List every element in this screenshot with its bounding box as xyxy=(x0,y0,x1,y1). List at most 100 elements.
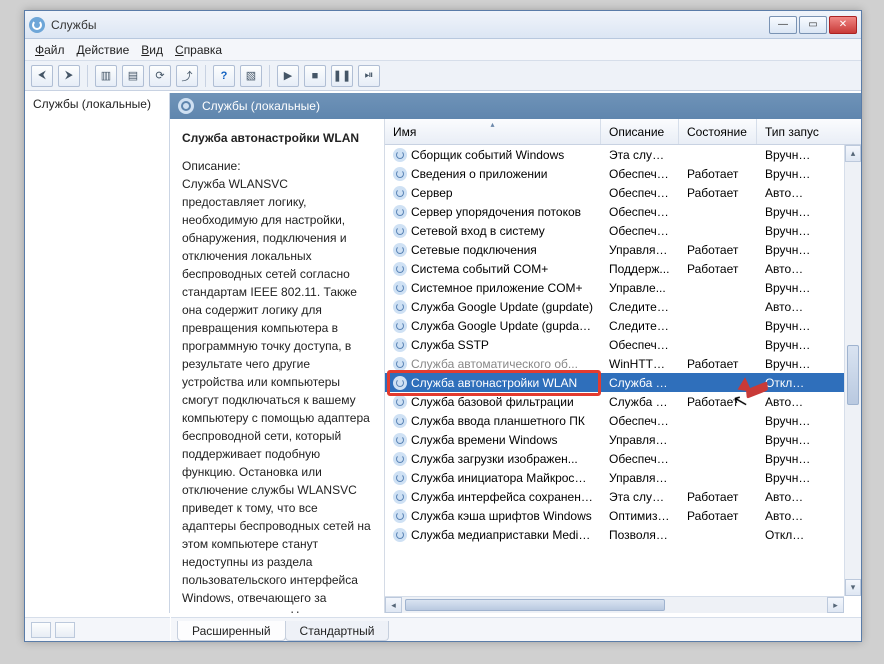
help-button[interactable]: ? xyxy=(213,65,235,87)
start-service-button[interactable]: ▶ xyxy=(277,65,299,87)
service-icon xyxy=(393,528,407,542)
service-state: Работает xyxy=(679,490,757,504)
service-startup: Вручную xyxy=(757,281,819,295)
tab-extended[interactable]: Расширенный xyxy=(177,621,286,641)
service-row[interactable]: Сервер упорядочения потоковОбеспечи...Вр… xyxy=(385,202,861,221)
service-startup: Автомати xyxy=(757,509,819,523)
toolbar: ⮜ ⮞ ▥ ▤ ⟳ ⤴ ? ▧ ▶ ■ ❚❚ ⏯ xyxy=(25,61,861,91)
scroll-down-button[interactable]: ▾ xyxy=(845,579,861,596)
menu-action[interactable]: Действие xyxy=(77,43,130,57)
service-icon xyxy=(393,414,407,428)
service-state: Работает xyxy=(679,357,757,371)
service-row[interactable]: Служба кэша шрифтов WindowsОптимизи...Ра… xyxy=(385,506,861,525)
service-row[interactable]: Служба Google Update (gupdatem)Следите з… xyxy=(385,316,861,335)
show-hide-tree-button[interactable]: ▥ xyxy=(95,65,117,87)
service-desc: WinHTTP ... xyxy=(601,357,679,371)
service-row[interactable]: Служба медиапристaвки Media C...Позволяе… xyxy=(385,525,861,544)
service-row[interactable]: СерверОбеспечи...РаботаетАвтомати xyxy=(385,183,861,202)
menu-view[interactable]: Вид xyxy=(141,43,163,57)
service-state: Работает xyxy=(679,262,757,276)
service-startup: Вручную xyxy=(757,319,819,333)
service-row[interactable]: Служба базовой фильтрации Служба ба...Раб… xyxy=(385,392,861,411)
service-startup: Вручную xyxy=(757,148,819,162)
col-header-startup[interactable]: Тип запус xyxy=(757,119,819,144)
service-row[interactable]: Служба ввода планшетного ПКОбеспечи...Вр… xyxy=(385,411,861,430)
service-name: Система событий COM+ xyxy=(411,262,548,276)
window-title: Службы xyxy=(51,18,769,32)
col-header-desc[interactable]: Описание xyxy=(601,119,679,144)
service-row[interactable]: Служба времени WindowsУправляе...Вручную xyxy=(385,430,861,449)
service-row[interactable]: Сетевой вход в системуОбеспечи...Вручную xyxy=(385,221,861,240)
minimize-button[interactable]: — xyxy=(769,16,797,34)
service-icon xyxy=(393,490,407,504)
tab-standard[interactable]: Стандартный xyxy=(285,621,390,641)
maximize-button[interactable]: ▭ xyxy=(799,16,827,34)
service-row[interactable]: Служба автоматического об... WinHTTP ...Р… xyxy=(385,354,861,373)
service-row[interactable]: Служба загрузки изображен...Обеспечи...В… xyxy=(385,449,861,468)
service-icon xyxy=(393,433,407,447)
service-startup: Вручную xyxy=(757,338,819,352)
service-row[interactable]: Сведения о приложенииОбеспечи...Работает… xyxy=(385,164,861,183)
col-header-name[interactable]: Имя▴ xyxy=(385,119,601,144)
service-row[interactable]: Служба инициатора Майкрософ...Управляе..… xyxy=(385,468,861,487)
service-name: Сервер xyxy=(411,186,453,200)
view-tabs: Расширенный Стандартный xyxy=(171,617,861,641)
service-startup: Автомати xyxy=(757,300,819,314)
properties-button[interactable]: ▤ xyxy=(122,65,144,87)
nav-forward-button[interactable]: ⮞ xyxy=(58,65,80,87)
service-desc: Следите за... xyxy=(601,300,679,314)
service-name: Служба автоматического об... xyxy=(411,357,578,371)
menu-help[interactable]: Справка xyxy=(175,43,222,57)
service-row[interactable]: Служба Google Update (gupdate) Следите за… xyxy=(385,297,861,316)
service-row[interactable]: Сборщик событий WindowsЭта служб...Вручн… xyxy=(385,145,861,164)
close-button[interactable]: ✕ xyxy=(829,16,857,34)
nav-back-button[interactable]: ⮜ xyxy=(31,65,53,87)
service-startup: Вручную xyxy=(757,433,819,447)
service-state: Работает xyxy=(679,243,757,257)
gear-icon xyxy=(178,98,194,114)
service-name: Сборщик событий Windows xyxy=(411,148,564,162)
service-desc: Обеспечи... xyxy=(601,338,679,352)
service-name: Сведения о приложении xyxy=(411,167,547,181)
service-row[interactable]: Системное приложение COM+Управле...Вручн… xyxy=(385,278,861,297)
service-row[interactable]: Система событий COM+Поддерж...РаботаетАв… xyxy=(385,259,861,278)
service-icon xyxy=(393,243,407,257)
scroll-thumb[interactable] xyxy=(847,345,859,405)
service-name: Служба времени Windows xyxy=(411,433,558,447)
stop-service-button[interactable]: ■ xyxy=(304,65,326,87)
pause-service-button[interactable]: ❚❚ xyxy=(331,65,353,87)
service-icon xyxy=(393,224,407,238)
col-header-state[interactable]: Состояние xyxy=(679,119,757,144)
horizontal-scrollbar[interactable]: ◂ ▸ xyxy=(385,596,844,613)
app-icon xyxy=(29,17,45,33)
service-row[interactable]: Служба SSTPОбеспечи...Вручную xyxy=(385,335,861,354)
service-startup: Автомати xyxy=(757,262,819,276)
tree-node-services-local[interactable]: Службы (локальные) xyxy=(25,93,169,115)
service-state: Работает xyxy=(679,395,757,409)
export-list-button[interactable]: ⤴ xyxy=(176,65,198,87)
service-desc: Обеспечи... xyxy=(601,167,679,181)
service-desc: Обеспечи... xyxy=(601,414,679,428)
scroll-right-button[interactable]: ▸ xyxy=(827,597,844,613)
subheader: Службы (локальные) xyxy=(170,93,861,119)
service-name: Служба кэша шрифтов Windows xyxy=(411,509,592,523)
vertical-scrollbar[interactable]: ▴ ▾ xyxy=(844,145,861,596)
service-row[interactable]: Сетевые подключенияУправляе...РаботаетВр… xyxy=(385,240,861,259)
service-desc: Управле... xyxy=(601,281,679,295)
scroll-up-button[interactable]: ▴ xyxy=(845,145,861,162)
restart-service-button[interactable]: ⏯ xyxy=(358,65,380,87)
service-desc: Эта служб... xyxy=(601,490,679,504)
show-hide-action-button[interactable]: ▧ xyxy=(240,65,262,87)
hscroll-thumb[interactable] xyxy=(405,599,665,611)
service-name: Служба базовой фильтрации xyxy=(411,395,574,409)
services-window: Службы — ▭ ✕ Файл Действие Вид Справка ⮜… xyxy=(24,10,862,642)
service-state: Работает xyxy=(679,509,757,523)
menu-file[interactable]: Файл xyxy=(35,43,65,57)
refresh-button[interactable]: ⟳ xyxy=(149,65,171,87)
service-row[interactable]: Служба интерфейса сохранени...Эта служб.… xyxy=(385,487,861,506)
scroll-left-button[interactable]: ◂ xyxy=(385,597,402,613)
service-row[interactable]: Служба автонастройки WLANСлужба W...Откл… xyxy=(385,373,861,392)
service-name: Служба медиапристaвки Media C... xyxy=(411,528,593,542)
service-desc: Служба ба... xyxy=(601,395,679,409)
service-name: Служба Google Update (gupdate) xyxy=(411,300,593,314)
